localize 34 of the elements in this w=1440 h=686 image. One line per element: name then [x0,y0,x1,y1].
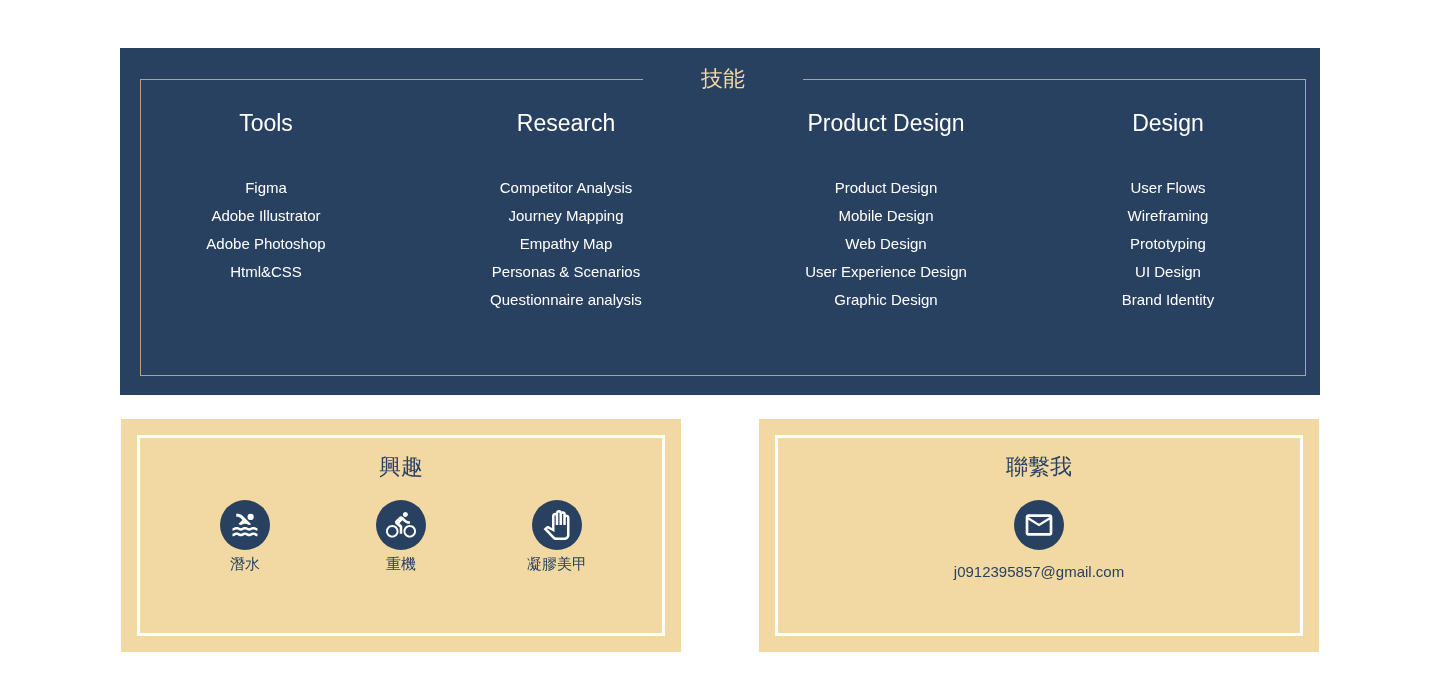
skill-item: UI Design [1135,262,1201,282]
skill-item: Graphic Design [834,290,938,310]
swimmer-icon [220,500,270,550]
interest-label: 重機 [386,554,416,574]
skill-item: Questionnaire analysis [490,290,642,310]
column-heading: Research [516,109,616,138]
skill-item: Web Design [845,234,927,254]
skill-item: Html&CSS [230,262,302,282]
column-heading: Product Design [807,109,965,138]
skill-item: Figma [245,178,287,198]
interest-label: 潛水 [230,554,260,574]
skill-item: Empathy Map [519,234,613,254]
email-text: j0912395857@gmail.com [953,562,1125,582]
column-heading: Design [1132,109,1204,138]
skill-item: Wireframing [1127,206,1209,226]
skill-item: Prototyping [1130,234,1206,254]
column-heading: Tools [239,109,293,138]
skill-item: User Flows [1130,178,1206,198]
mail-icon [1014,500,1064,550]
skill-item: Adobe Illustrator [211,206,321,226]
skill-item: User Experience Design [805,262,967,282]
hand-icon [532,500,582,550]
skill-item: Brand Identity [1121,290,1215,310]
skill-item: Adobe Photoshop [206,234,326,254]
interest-label: 凝膠美甲 [527,554,587,574]
skill-item: Product Design [834,178,938,198]
contact-title: 聯繫我 [1006,453,1072,481]
interests-title: 興趣 [379,453,423,481]
skills-title: 技能 [700,66,746,92]
skill-item: Competitor Analysis [499,178,633,198]
cyclist-icon [376,500,426,550]
skill-item: Personas & Scenarios [491,262,641,282]
skill-item: Mobile Design [838,206,934,226]
skill-item: Journey Mapping [508,206,624,226]
